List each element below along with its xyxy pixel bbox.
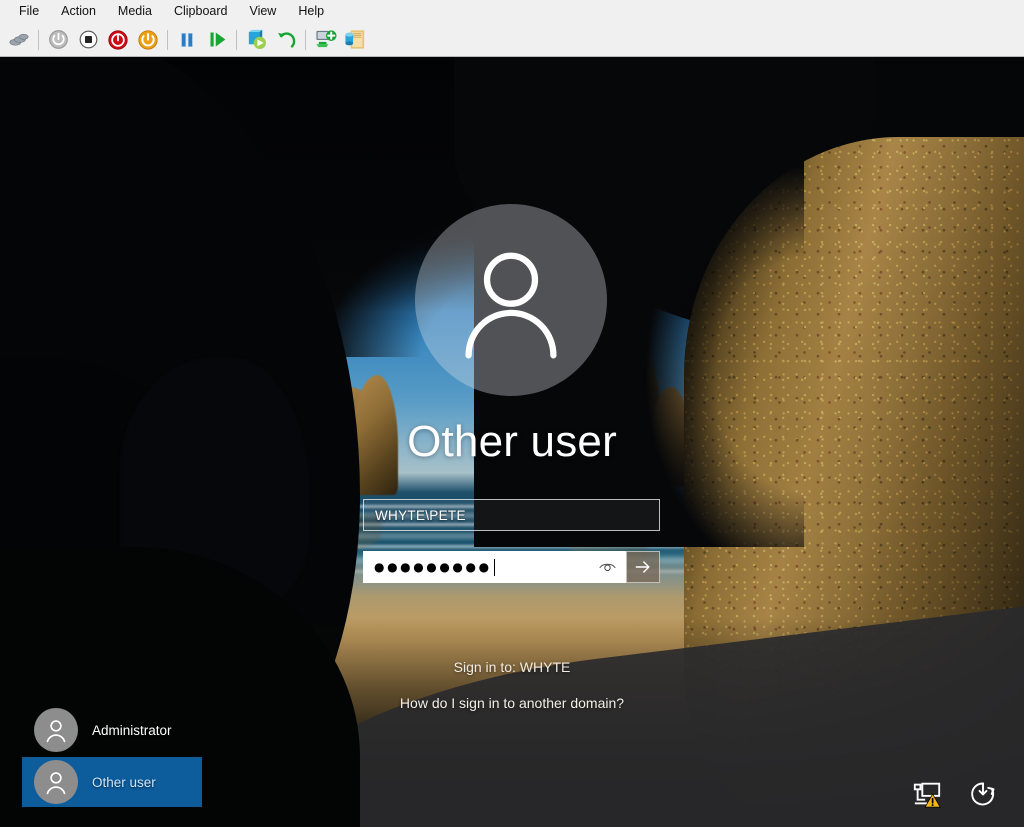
vm-connection-window: File Action Media Clipboard View Help Ot… <box>0 0 1024 827</box>
person-icon <box>465 252 557 359</box>
turn-off-icon[interactable] <box>73 25 103 55</box>
revert-icon[interactable] <box>271 25 301 55</box>
login-panel: Other user WHYTE\PETE ●●●●●●●●● Sign in … <box>0 57 1024 827</box>
person-icon <box>46 772 66 795</box>
user-list: Administrator Other user <box>22 705 202 809</box>
menu-item-file[interactable]: File <box>8 1 50 22</box>
menu-item-media[interactable]: Media <box>107 1 163 22</box>
toolbar <box>0 23 1024 57</box>
page-title: Other user <box>407 417 617 466</box>
menu-item-view[interactable]: View <box>238 1 287 22</box>
username-value: WHYTE\PETE <box>375 507 466 523</box>
avatar <box>34 708 78 752</box>
share-icon[interactable] <box>340 25 370 55</box>
save-icon[interactable] <box>133 25 163 55</box>
password-value: ●●●●●●●●● <box>374 560 492 574</box>
eye-icon[interactable] <box>592 551 622 583</box>
lockscreen-actions <box>910 777 1000 811</box>
user-tile-administrator[interactable]: Administrator <box>22 705 202 755</box>
pause-icon[interactable] <box>172 25 202 55</box>
person-icon <box>46 720 66 743</box>
user-tile-label: Other user <box>92 774 156 790</box>
reset-icon[interactable] <box>202 25 232 55</box>
menu-item-help[interactable]: Help <box>287 1 335 22</box>
menu-item-action[interactable]: Action <box>50 1 107 22</box>
toolbar-separator <box>38 29 39 50</box>
enhanced-session-icon[interactable] <box>310 25 340 55</box>
submit-button[interactable] <box>626 551 660 583</box>
vm-screen[interactable]: Other user WHYTE\PETE ●●●●●●●●● Sign in … <box>0 57 1024 827</box>
start-icon[interactable] <box>43 25 73 55</box>
sign-in-to-label: Sign in to: WHYTE <box>453 659 571 675</box>
checkpoint-icon[interactable] <box>241 25 271 55</box>
user-tile-label: Administrator <box>92 722 172 738</box>
power-icon[interactable] <box>966 777 1000 811</box>
shut-down-icon[interactable] <box>103 25 133 55</box>
ctrl-alt-delete-icon[interactable] <box>4 25 34 55</box>
toolbar-separator <box>167 29 168 50</box>
password-row: ●●●●●●●●● <box>363 551 660 583</box>
user-tile-other-user[interactable]: Other user <box>22 757 202 807</box>
menu-item-clipboard[interactable]: Clipboard <box>163 1 239 22</box>
arrow-right-icon <box>635 561 650 573</box>
toolbar-separator <box>305 29 306 50</box>
avatar <box>415 204 607 396</box>
toolbar-separator <box>236 29 237 50</box>
menu-bar: File Action Media Clipboard View Help <box>0 0 1024 23</box>
username-input[interactable]: WHYTE\PETE <box>363 499 660 531</box>
avatar <box>34 760 78 804</box>
text-caret <box>493 558 495 576</box>
network-warning-icon[interactable] <box>910 777 944 811</box>
password-input[interactable]: ●●●●●●●●● <box>363 551 626 583</box>
